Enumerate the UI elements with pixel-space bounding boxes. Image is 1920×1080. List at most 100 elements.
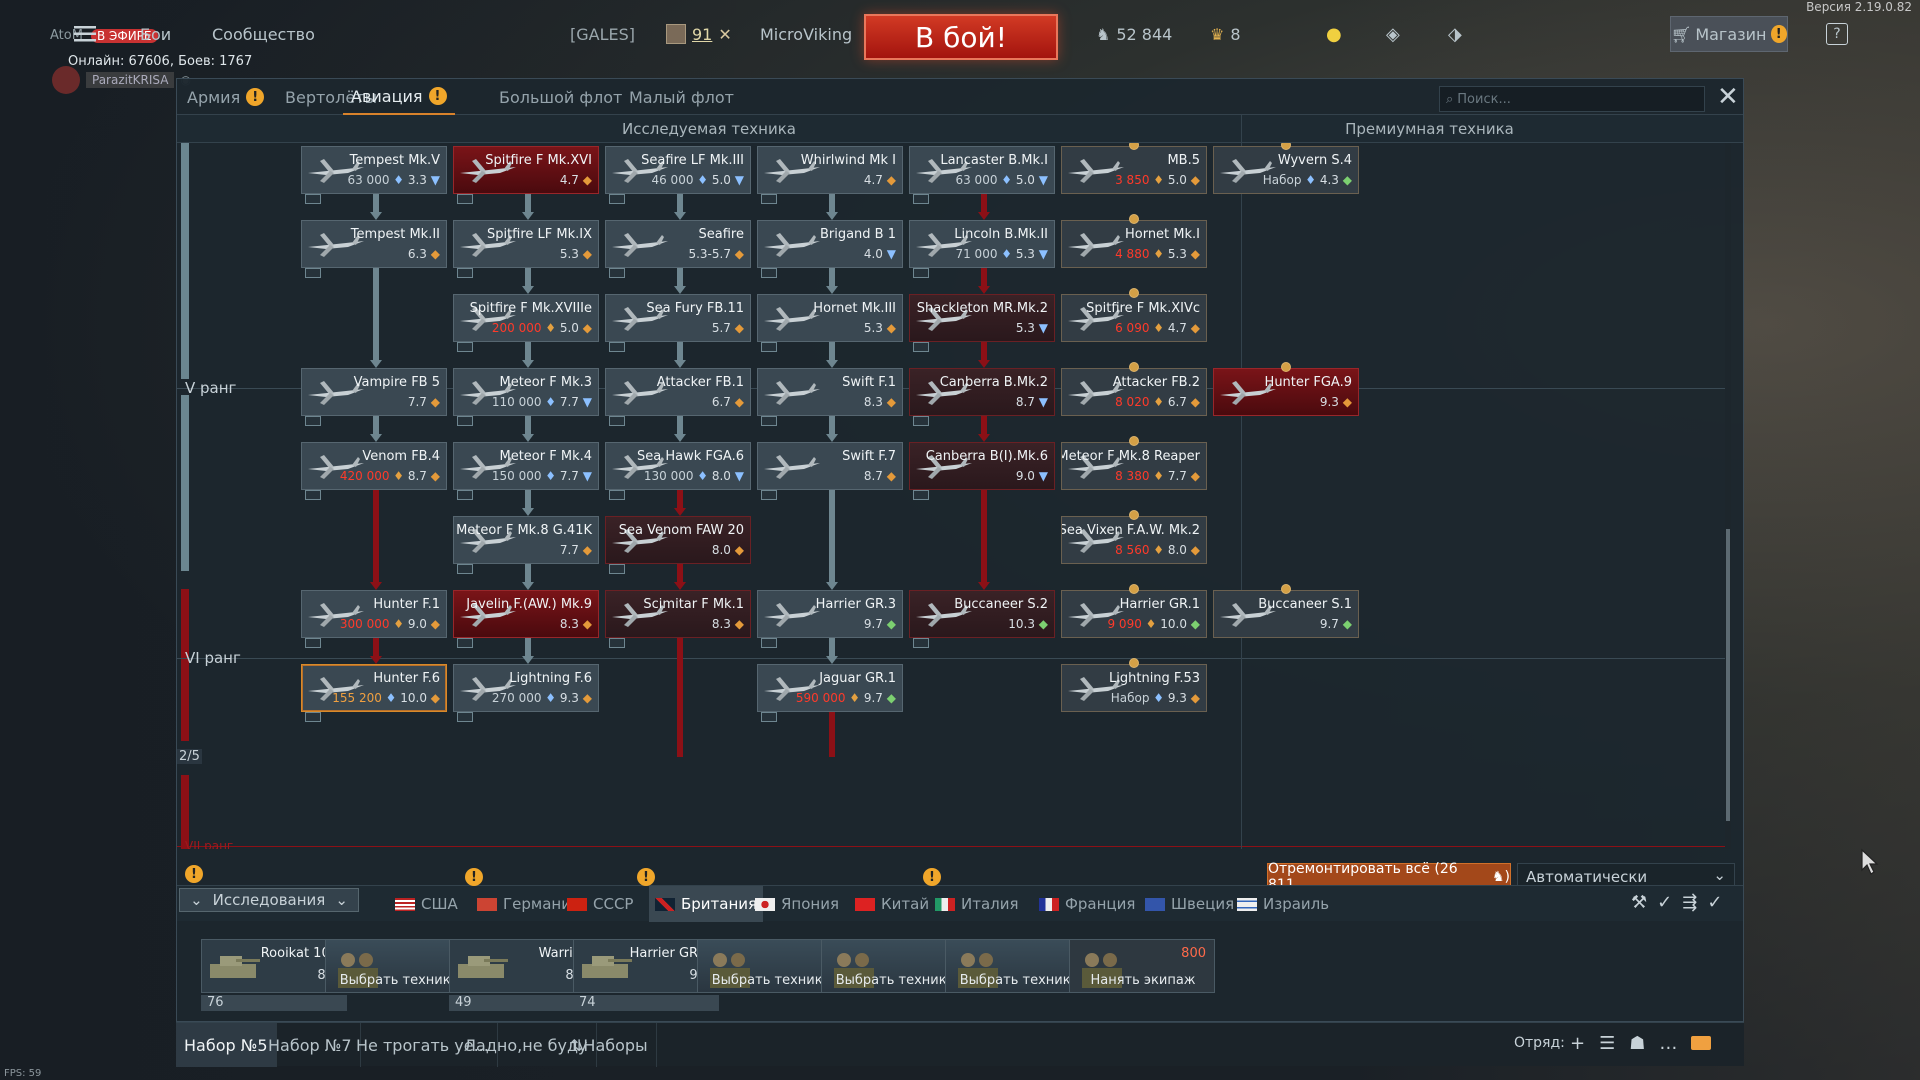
vehicle-card[interactable]: Hunter F.6 155 200 ♦ 10.0 ◆ (301, 664, 447, 712)
vehicle-card[interactable]: Sea Venom FAW 20 8.0 ◆ (605, 516, 751, 564)
vehicle-card[interactable]: Meteor F Mk.3 110 000 ♦ 7.7 ▼ (453, 368, 599, 416)
chat-icon[interactable]: … (1659, 1033, 1677, 1054)
checkmark-icon[interactable]: ✓ (1707, 892, 1722, 913)
vehicle-card[interactable]: Spitfire F Mk.XVI 4.7 ◆ (453, 146, 599, 194)
vehicle-card[interactable]: Hunter FGA.9 9.3 ◆ (1213, 368, 1359, 416)
add-icon[interactable]: + (1570, 1033, 1585, 1054)
wrench-icon[interactable]: ⚒ (1631, 892, 1647, 913)
search-input[interactable]: ⌕ Поиск... (1439, 86, 1705, 112)
scrollbar-thumb[interactable] (1726, 529, 1730, 821)
silver-lions[interactable]: ♞ 52 844 (1096, 12, 1172, 56)
auto-refill-icon[interactable]: ⇶ (1682, 892, 1697, 913)
vehicle-card[interactable]: Vampire FB 5 7.7 ◆ (301, 368, 447, 416)
vehicle-card[interactable]: Buccaneer S.1 9.7 ◆ (1213, 590, 1359, 638)
lightbulb-icon[interactable]: ● (1326, 12, 1342, 56)
vehicle-stats: 420 000 ♦ 8.7 ◆ (340, 469, 440, 483)
vehicle-card[interactable]: Buccaneer S.2 10.3 ◆ (909, 590, 1055, 638)
vehicle-card[interactable]: Hornet Mk.I 4 880 ♦ 5.3 ◆ (1061, 220, 1207, 268)
stream-user-name: ParazitKRISA (86, 72, 175, 88)
tab-aviation[interactable]: Авиация! (343, 79, 455, 115)
vehicle-card[interactable]: Sea Vixen F.A.W. Mk.2 8 560 ♦ 8.0 ◆ (1061, 516, 1207, 564)
nav-battles[interactable]: Бои (140, 12, 171, 56)
nation-tab-7[interactable]: Италия (935, 886, 1019, 922)
vehicle-card[interactable]: Sea Fury FB.11 5.7 ◆ (605, 294, 751, 342)
vehicle-card[interactable]: Wyvern S.4 Набор ♦ 4.3 ◆ (1213, 146, 1359, 194)
nation-tab-4[interactable]: Британия (649, 886, 764, 922)
vehicle-card[interactable]: MB.5 3 850 ♦ 5.0 ◆ (1061, 146, 1207, 194)
rp-icon: ♦ (1149, 321, 1168, 335)
vehicle-name: Meteor F Mk.3 (499, 375, 593, 390)
coupon-icon[interactable]: ⬗ (1448, 12, 1462, 56)
nation-tab-10[interactable]: Израиль (1237, 886, 1329, 922)
vehicle-card[interactable]: Hornet Mk.III 5.3 ◆ (757, 294, 903, 342)
nation-tab-5[interactable]: Япония (755, 886, 839, 922)
to-battle-button[interactable]: В бой! (864, 14, 1058, 60)
vehicle-card[interactable]: Lightning F.53 Набор ♦ 9.3 ◆ (1061, 664, 1207, 712)
vehicle-card[interactable]: Meteor F Mk.8 G.41K 7.7 ◆ (453, 516, 599, 564)
vehicle-card[interactable]: Canberra B.Mk.2 8.7 ▼ (909, 368, 1055, 416)
battle-rating: 4.7 (559, 173, 579, 187)
checkmark-icon[interactable]: ✓ (1657, 892, 1672, 913)
vehicle-card[interactable]: Seafire 5.3-5.7 ◆ (605, 220, 751, 268)
vehicle-card[interactable]: Lincoln B.Mk.II 71 000 ♦ 5.3 ▼ (909, 220, 1055, 268)
vehicle-card[interactable]: Hunter F.1 300 000 ♦ 9.0 ◆ (301, 590, 447, 638)
preset-tab-5[interactable]: ⇅ Наборы (562, 1023, 657, 1067)
wheel-icon[interactable]: ◈ (1386, 12, 1400, 56)
connector-arrow (522, 286, 534, 294)
mail-icon[interactable] (1691, 1036, 1712, 1050)
vehicle-card[interactable]: Whirlwind Mk I 4.7 ◆ (757, 146, 903, 194)
vehicle-type-icon: ▼ (1034, 469, 1048, 483)
main-menu-button[interactable] (74, 12, 100, 56)
vehicle-card[interactable]: Attacker FB.1 6.7 ◆ (605, 368, 751, 416)
vehicle-card[interactable]: Canberra B(I).Mk.6 9.0 ▼ (909, 442, 1055, 490)
nation-tab-9[interactable]: Швеция (1145, 886, 1234, 922)
vehicle-card[interactable]: Shackleton MR.Mk.2 5.3 ▼ (909, 294, 1055, 342)
shop-button[interactable]: 🛒︎ Магазин ! (1670, 16, 1788, 52)
vehicle-card[interactable]: Jaguar GR.1 590 000 ♦ 9.7 ◆ (757, 664, 903, 712)
vehicle-card[interactable]: Seafire LF Mk.III 46 000 ♦ 5.0 ▼ (605, 146, 751, 194)
vehicle-card[interactable]: Tempest Mk.II 6.3 ◆ (301, 220, 447, 268)
close-button[interactable]: ✕ (1717, 84, 1739, 110)
player-rank[interactable]: 91 ✕ (666, 12, 732, 56)
tree-scrollbar[interactable] (1725, 143, 1731, 849)
vehicle-card[interactable]: Spitfire F Mk.XVIIIe 200 000 ♦ 5.0 ◆ (453, 294, 599, 342)
vehicle-card[interactable]: Meteor F Mk.4 150 000 ♦ 7.7 ▼ (453, 442, 599, 490)
vehicle-card[interactable]: Lancaster B.Mk.I 63 000 ♦ 5.0 ▼ (909, 146, 1055, 194)
vehicle-card[interactable]: Harrier GR.1 9 090 ♦ 10.0 ◆ (1061, 590, 1207, 638)
vehicle-card[interactable]: Sea Hawk FGA.6 130 000 ♦ 8.0 ▼ (605, 442, 751, 490)
vehicle-card[interactable]: Tempest Mk.V 63 000 ♦ 3.3 ▼ (301, 146, 447, 194)
vehicle-card[interactable]: Swift F.7 8.7 ◆ (757, 442, 903, 490)
nation-tab-2[interactable]: Германия (477, 886, 580, 922)
squadron-tag[interactable]: [GALES] (570, 12, 635, 56)
vehicle-name: MB.5 (1167, 153, 1200, 168)
vehicle-card[interactable]: Spitfire F Mk.XIVc 6 090 ♦ 4.7 ◆ (1061, 294, 1207, 342)
player-nickname[interactable]: MicroViking (760, 12, 852, 56)
vehicle-card[interactable]: Harrier GR.3 9.7 ◆ (757, 590, 903, 638)
nation-tab-8[interactable]: Франция (1039, 886, 1135, 922)
vehicle-card[interactable]: Javelin F.(AW.) Mk.9 8.3 ◆ (453, 590, 599, 638)
nation-tab-1[interactable]: США (395, 886, 458, 922)
nation-tab-6[interactable]: Китай (855, 886, 929, 922)
crossed-swords-icon: ✕ (718, 24, 732, 44)
preset-tab-2[interactable]: Набор №7 (260, 1023, 361, 1067)
vehicle-card[interactable]: Meteor F Mk.8 Reaper 8 380 ♦ 7.7 ◆ (1061, 442, 1207, 490)
nation-tab-3[interactable]: СССР (567, 886, 633, 922)
vehicle-card[interactable]: Spitfire LF Mk.IX 5.3 ◆ (453, 220, 599, 268)
vehicle-card[interactable]: Lightning F.6 270 000 ♦ 9.3 ◆ (453, 664, 599, 712)
vehicle-card[interactable]: Swift F.1 8.3 ◆ (757, 368, 903, 416)
list-icon[interactable]: ☰ (1599, 1033, 1615, 1054)
tab-army[interactable]: Армия! (187, 79, 265, 115)
vehicle-card[interactable]: Attacker FB.2 8 020 ♦ 6.7 ◆ (1061, 368, 1207, 416)
vehicle-card[interactable]: Brigand B 1 4.0 ▼ (757, 220, 903, 268)
vehicle-card[interactable]: Venom FB.4 420 000 ♦ 8.7 ◆ (301, 442, 447, 490)
tab-bluewater-fleet[interactable]: Большой флот (499, 79, 622, 115)
nav-community[interactable]: Сообщество (212, 12, 315, 56)
squad-icon[interactable]: ☗ (1629, 1033, 1645, 1054)
tab-coastal-fleet[interactable]: Малый флот (629, 79, 734, 115)
help-button[interactable]: ? (1826, 23, 1848, 45)
vehicle-card[interactable]: Scimitar F Mk.1 8.3 ◆ (605, 590, 751, 638)
research-dropdown[interactable]: ⌄ Исследования ⌄ (179, 888, 359, 912)
tree-warning[interactable]: ! (185, 865, 203, 883)
hire-crew-slot[interactable]: Нанять экипаж 800 (1069, 939, 1215, 993)
golden-eagles[interactable]: ♛ 8 (1210, 12, 1241, 56)
